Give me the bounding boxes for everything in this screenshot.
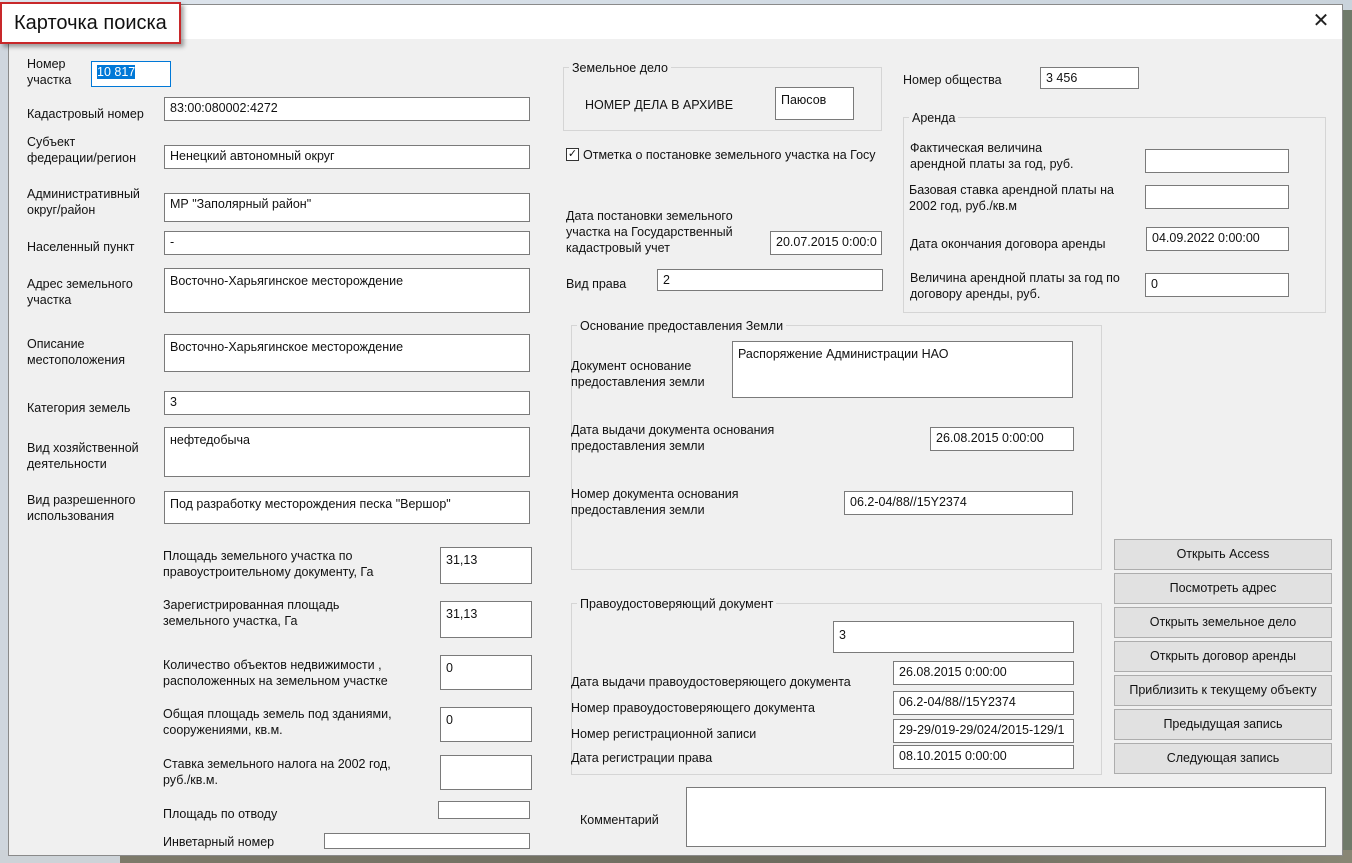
- comment-input[interactable]: [686, 787, 1326, 847]
- pravo-num-input[interactable]: 06.2-04/88//15Y2374: [893, 691, 1074, 715]
- otvod-input[interactable]: [438, 801, 530, 819]
- uchastok-label: Номер участка: [27, 57, 72, 87]
- gos-checkbox[interactable]: ✓: [566, 148, 579, 161]
- inv-label: Инветарный номер: [163, 835, 275, 849]
- osnov-doc-input[interactable]: Распоряжение Администрации НАО: [732, 341, 1073, 398]
- next-record-button[interactable]: Следующая запись: [1114, 743, 1332, 774]
- obshestvo-label: Номер общества: [903, 73, 1002, 87]
- arenda-group-title: Аренда: [909, 110, 959, 126]
- stavka-input[interactable]: [440, 755, 532, 790]
- pravo-regdate-input[interactable]: 08.10.2015 0:00:00: [893, 745, 1074, 769]
- opis-input[interactable]: Восточно-Харьягинское месторождение: [164, 334, 530, 372]
- kadastr-input[interactable]: 83:00:080002:4272: [164, 97, 530, 121]
- vid-prava-input[interactable]: 2: [657, 269, 883, 291]
- hoz-input[interactable]: нефтедобыча: [164, 427, 530, 477]
- otvod-label: Площадь по отводу: [163, 807, 278, 821]
- arenda-end-label: Дата окончания договора аренды: [910, 237, 1106, 251]
- comment-label: Комментарий: [580, 813, 659, 827]
- title-bar: ✕: [9, 5, 1342, 39]
- open-dogovor-button[interactable]: Открыть договор аренды: [1114, 641, 1332, 672]
- view-address-button[interactable]: Посмотреть адрес: [1114, 573, 1332, 604]
- stavka-label: Ставка земельного налога на 2002 год, ру…: [163, 757, 391, 787]
- osnov-num-label: Номер документа основания предоставления…: [571, 487, 739, 517]
- obshestvo-input[interactable]: 3 456: [1040, 67, 1139, 89]
- pravo-reg-input[interactable]: 29-29/019-29/024/2015-129/1: [893, 719, 1074, 743]
- search-card-window: ✕ Номер участка 10 817 Кадастровый номер…: [8, 4, 1343, 856]
- kadastr-label: Кадастровый номер: [27, 107, 144, 121]
- osnov-date-label: Дата выдачи документа основания предоста…: [571, 423, 775, 453]
- razr-input[interactable]: Под разработку месторождения песка "Верш…: [164, 491, 530, 524]
- close-button[interactable]: ✕: [1308, 9, 1334, 33]
- razr-label: Вид разрешенного использования: [27, 493, 136, 523]
- osnovanie-group-title: Основание предоставления Земли: [577, 318, 787, 334]
- inv-input[interactable]: [324, 833, 530, 849]
- fakt-input[interactable]: [1145, 149, 1289, 173]
- pravo-group-title: Правоудостоверяющий документ: [577, 596, 777, 612]
- date-post-input[interactable]: 20.07.2015 0:00:0: [770, 231, 882, 255]
- arenda-end-input[interactable]: 04.09.2022 0:00:00: [1146, 227, 1289, 251]
- archive-input[interactable]: Паюсов: [775, 87, 854, 120]
- kolvo-label: Количество объектов недвижимости , распо…: [163, 658, 388, 688]
- vid-prava-label: Вид права: [566, 277, 627, 291]
- osnov-num-input[interactable]: 06.2-04/88//15Y2374: [844, 491, 1073, 515]
- subject-input[interactable]: Ненецкий автономный округ: [164, 145, 530, 169]
- np-label: Населенный пункт: [27, 240, 135, 254]
- gos-checkbox-label[interactable]: Отметка о постановке земельного участка …: [583, 147, 885, 163]
- uchastok-input[interactable]: 10 817: [91, 61, 171, 87]
- pravo-date-label: Дата выдачи правоудостоверяющего докумен…: [571, 675, 851, 689]
- pravo-num-label: Номер правоудостоверяющего документа: [571, 701, 815, 715]
- fakt-label: Фактическая величина арендной платы за г…: [910, 141, 1074, 171]
- previous-record-button[interactable]: Предыдущая запись: [1114, 709, 1332, 740]
- archive-label: НОМЕР ДЕЛА В АРХИВЕ: [585, 98, 734, 112]
- pravo-regdate-label: Дата регистрации права: [571, 751, 713, 765]
- date-post-label: Дата постановки земельного участка на Го…: [566, 209, 733, 255]
- open-zemdelo-button[interactable]: Открыть земельное дело: [1114, 607, 1332, 638]
- window-title: Карточка поиска: [0, 2, 181, 44]
- baza-input[interactable]: [1145, 185, 1289, 209]
- velich-label: Величина арендной платы за год по догово…: [910, 271, 1120, 301]
- kateg-label: Категория земель: [27, 401, 131, 415]
- admin-input[interactable]: МР "Заполярный район": [164, 193, 530, 222]
- hoz-label: Вид хозяйственной деятельности: [27, 441, 139, 471]
- ploshad-reg-label: Зарегистрированная площадь земельного уч…: [163, 598, 340, 628]
- osnov-doc-label: Документ основание предоставления земли: [571, 359, 705, 389]
- pravo-date-input[interactable]: 26.08.2015 0:00:00: [893, 661, 1074, 685]
- admin-label: Административный округ/район: [27, 187, 140, 217]
- kateg-input[interactable]: 3: [164, 391, 530, 415]
- open-access-button[interactable]: Открыть Access: [1114, 539, 1332, 570]
- pravo-reg-label: Номер регистрационной записи: [571, 727, 757, 741]
- address-label: Адрес земельного участка: [27, 277, 133, 307]
- baza-label: Базовая ставка арендной платы на 2002 го…: [909, 183, 1114, 213]
- subject-label: Субъект федерации/регион: [27, 135, 137, 165]
- velich-input[interactable]: 0: [1145, 273, 1289, 297]
- kolvo-input[interactable]: 0: [440, 655, 532, 690]
- address-input[interactable]: Восточно-Харьягинское месторождение: [164, 268, 530, 313]
- ploshad-reg-input[interactable]: 31,13: [440, 601, 532, 638]
- ploshad-doc-input[interactable]: 31,13: [440, 547, 532, 584]
- zoom-to-object-button[interactable]: Приблизить к текущему объекту: [1114, 675, 1332, 706]
- obsh-input[interactable]: 0: [440, 707, 532, 742]
- opis-label: Описание местоположения: [27, 337, 125, 367]
- obsh-label: Общая площадь земель под зданиями, соору…: [163, 707, 392, 737]
- np-input[interactable]: -: [164, 231, 530, 255]
- zemdelo-group-title: Земельное дело: [569, 60, 671, 76]
- pravo-top-input[interactable]: 3: [833, 621, 1074, 653]
- osnov-date-input[interactable]: 26.08.2015 0:00:00: [930, 427, 1074, 451]
- ploshad-doc-label: Площадь земельного участка по правоустро…: [163, 549, 374, 579]
